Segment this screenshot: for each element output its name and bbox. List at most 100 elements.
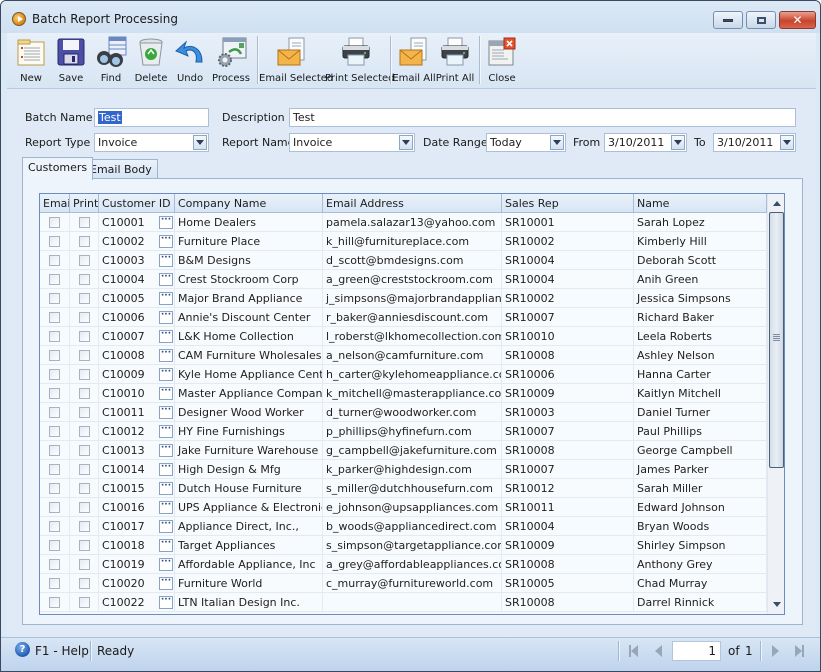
new-button[interactable]: New — [9, 33, 53, 89]
company-cell[interactable]: High Design & Mfg — [175, 460, 323, 479]
column-header-email[interactable]: Email — [40, 194, 70, 213]
name-cell[interactable]: Bryan Woods — [634, 517, 767, 536]
company-cell[interactable]: Target Appliances — [175, 536, 323, 555]
sales-rep-cell[interactable]: SR10001 — [502, 213, 634, 232]
company-cell[interactable]: Kyle Home Appliance Center — [175, 365, 323, 384]
email-address-cell[interactable]: pamela.salazar13@yahoo.com — [323, 213, 502, 232]
name-cell[interactable]: Shirley Simpson — [634, 536, 767, 555]
name-cell[interactable]: Deborah Scott — [634, 251, 767, 270]
print-checkbox[interactable] — [78, 216, 90, 228]
email-checkbox[interactable] — [49, 520, 60, 532]
email-address-cell[interactable]: b_woods@appliancedirect.com — [323, 517, 502, 536]
first-page-button[interactable] — [625, 643, 641, 659]
email-checkbox[interactable] — [49, 501, 60, 513]
customer-id-cell[interactable]: C10004 ··· — [99, 270, 175, 289]
sales-rep-cell[interactable]: SR10004 — [502, 270, 634, 289]
lookup-ellipsis-button[interactable]: ··· — [159, 443, 173, 457]
email-checkbox[interactable] — [49, 368, 60, 380]
table-row[interactable]: C10015 ··· Dutch House Furniture s_miller@d… — [40, 479, 767, 498]
to-date-picker[interactable]: 3/10/2011 — [713, 133, 796, 152]
name-cell[interactable]: Darrel Rinnick — [634, 593, 767, 612]
company-cell[interactable]: Master Appliance Company — [175, 384, 323, 403]
print-checkbox[interactable] — [78, 254, 90, 266]
table-row[interactable]: C10019 ··· Affordable Appliance, Inc a_grey… — [40, 555, 767, 574]
next-page-button[interactable] — [767, 643, 783, 659]
company-cell[interactable]: Furniture Place — [175, 232, 323, 251]
table-row[interactable]: C10012 ··· HY Fine Furnishings p_phillips@h… — [40, 422, 767, 441]
lookup-ellipsis-button[interactable]: ··· — [159, 234, 173, 248]
chevron-down-icon[interactable] — [193, 135, 207, 150]
company-cell[interactable]: Furniture World — [175, 574, 323, 593]
email-checkbox[interactable] — [49, 216, 60, 228]
close-button[interactable]: Close — [483, 33, 521, 89]
table-row[interactable]: C10014 ··· High Design & Mfg k_parker@highd… — [40, 460, 767, 479]
sales-rep-cell[interactable]: SR10008 — [502, 346, 634, 365]
sales-rep-cell[interactable]: SR10008 — [502, 593, 634, 612]
email-address-cell[interactable] — [323, 593, 502, 612]
print-checkbox[interactable] — [78, 463, 90, 475]
lookup-ellipsis-button[interactable]: ··· — [159, 576, 173, 590]
email-address-cell[interactable]: e_johnson@upsappliances.com — [323, 498, 502, 517]
name-cell[interactable]: Edward Johnson — [634, 498, 767, 517]
print-checkbox[interactable] — [78, 349, 90, 361]
scroll-up-icon[interactable] — [768, 195, 784, 212]
email-address-cell[interactable]: j_simpsons@majorbrandappliance.com — [323, 289, 502, 308]
email-address-cell[interactable]: r_baker@anniesdiscount.com — [323, 308, 502, 327]
name-cell[interactable]: Jessica Simpsons — [634, 289, 767, 308]
print-checkbox[interactable] — [78, 596, 90, 608]
email-checkbox[interactable] — [49, 387, 60, 399]
email-address-cell[interactable]: d_scott@bmdesigns.com — [323, 251, 502, 270]
date-range-select[interactable]: Today — [486, 133, 566, 152]
email-checkbox[interactable] — [49, 273, 60, 285]
name-cell[interactable]: Leela Roberts — [634, 327, 767, 346]
lookup-ellipsis-button[interactable]: ··· — [159, 215, 173, 229]
lookup-ellipsis-button[interactable]: ··· — [159, 481, 173, 495]
name-cell[interactable]: Paul Phillips — [634, 422, 767, 441]
sales-rep-cell[interactable]: SR10002 — [502, 289, 634, 308]
company-cell[interactable]: Affordable Appliance, Inc — [175, 555, 323, 574]
print-checkbox[interactable] — [78, 292, 90, 304]
table-row[interactable]: C10009 ··· Kyle Home Appliance Center h_car… — [40, 365, 767, 384]
name-cell[interactable]: George Campbell — [634, 441, 767, 460]
sales-rep-cell[interactable]: SR10002 — [502, 232, 634, 251]
table-row[interactable]: C10013 ··· Jake Furniture Warehouse g_campb… — [40, 441, 767, 460]
column-header-sales-rep[interactable]: Sales Rep — [502, 194, 634, 213]
customer-id-cell[interactable]: C10001 ··· — [99, 213, 175, 232]
chevron-down-icon[interactable] — [780, 135, 794, 150]
email-checkbox[interactable] — [49, 330, 60, 342]
report-type-select[interactable]: Invoice — [94, 133, 209, 152]
table-row[interactable]: C10016 ··· UPS Appliance & Electronics e_jo… — [40, 498, 767, 517]
company-cell[interactable]: HY Fine Furnishings — [175, 422, 323, 441]
lookup-ellipsis-button[interactable]: ··· — [159, 557, 173, 571]
tab-email-body[interactable]: Email Body — [84, 159, 158, 180]
customer-id-cell[interactable]: C10017 ··· — [99, 517, 175, 536]
company-cell[interactable]: Designer Wood Worker — [175, 403, 323, 422]
print-checkbox[interactable] — [78, 368, 90, 380]
name-cell[interactable]: Hanna Carter — [634, 365, 767, 384]
email-checkbox[interactable] — [49, 292, 60, 304]
email-address-cell[interactable]: s_miller@dutchhousefurn.com — [323, 479, 502, 498]
scrollbar-thumb[interactable] — [769, 212, 784, 468]
lookup-ellipsis-button[interactable]: ··· — [159, 329, 173, 343]
email-checkbox[interactable] — [49, 406, 60, 418]
table-row[interactable]: C10004 ··· Crest Stockroom Corp a_green@cre… — [40, 270, 767, 289]
sales-rep-cell[interactable]: SR10003 — [502, 403, 634, 422]
help-icon[interactable]: ? — [15, 642, 30, 657]
email-all-button[interactable]: Email All — [392, 33, 436, 89]
lookup-ellipsis-button[interactable]: ··· — [159, 367, 173, 381]
customer-id-cell[interactable]: C10002 ··· — [99, 232, 175, 251]
column-header-email-address[interactable]: Email Address — [323, 194, 502, 213]
table-row[interactable]: C10018 ··· Target Appliances s_simpson@targ… — [40, 536, 767, 555]
print-checkbox[interactable] — [78, 330, 90, 342]
print-checkbox[interactable] — [78, 482, 90, 494]
print-checkbox[interactable] — [78, 425, 90, 437]
table-row[interactable]: C10017 ··· Appliance Direct, Inc., b_woods@… — [40, 517, 767, 536]
name-cell[interactable]: Richard Baker — [634, 308, 767, 327]
column-header-name[interactable]: Name — [634, 194, 767, 213]
table-row[interactable]: C10001 ··· Home Dealers pamela.salazar13@ya… — [40, 213, 767, 232]
name-cell[interactable]: Kimberly Hill — [634, 232, 767, 251]
find-button[interactable]: Find — [91, 33, 131, 89]
print-checkbox[interactable] — [78, 235, 90, 247]
customer-id-cell[interactable]: C10007 ··· — [99, 327, 175, 346]
company-cell[interactable]: Crest Stockroom Corp — [175, 270, 323, 289]
